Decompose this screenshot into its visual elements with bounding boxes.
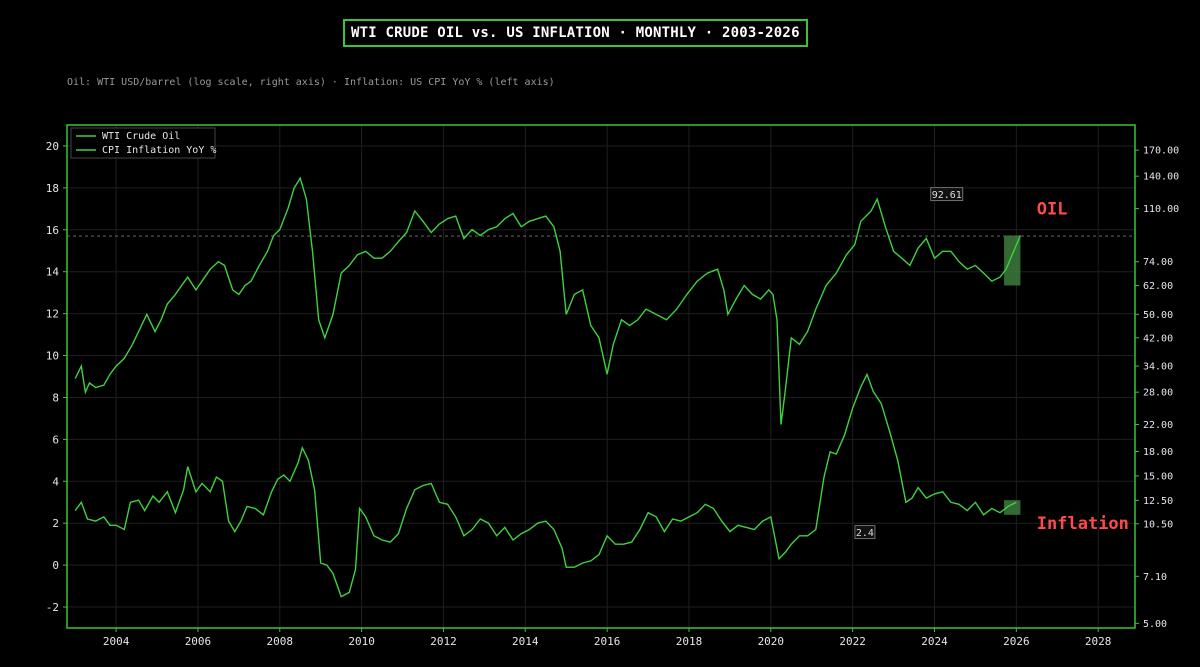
highlight-box	[1004, 235, 1021, 286]
x-tick-label: 2024	[921, 635, 948, 648]
oil-value-badge-text: 92.61	[932, 190, 962, 201]
left-tick-label: 4	[52, 475, 59, 488]
oil-annotation-label: OIL	[1037, 200, 1068, 220]
right-axis-ticks: 5.00 7.10 10.50 12.50 15.00 18.00 22.00 28.00 34…	[1135, 146, 1179, 630]
right-tick-label: 74.00	[1143, 257, 1173, 268]
right-tick-label: 34.00	[1143, 362, 1173, 373]
left-tick-label: 18	[46, 182, 59, 195]
grid-layer	[67, 125, 1135, 628]
left-tick-label: 8	[52, 391, 59, 404]
x-tick-label: 2008	[267, 635, 294, 648]
x-tick-label: 2006	[185, 635, 212, 648]
highlight-layer	[1004, 235, 1021, 515]
left-tick-label: 6	[52, 433, 59, 446]
left-tick-label: -2	[46, 601, 59, 614]
left-tick-label: 2	[52, 517, 59, 530]
right-tick-label: 62.00	[1143, 281, 1173, 292]
right-tick-label: 140.00	[1143, 172, 1179, 183]
left-tick-label: 16	[46, 224, 59, 237]
inflation-annotation-label: Inflation	[1037, 514, 1129, 534]
x-tick-label: 2012	[430, 635, 457, 648]
right-tick-label: 110.00	[1143, 204, 1179, 215]
x-tick-label: 2014	[512, 635, 539, 648]
legend-label-cpi: CPI Inflation YoY %	[102, 145, 216, 156]
x-tick-label: 2028	[1085, 635, 1112, 648]
legend: WTI Crude Oil CPI Inflation YoY %	[70, 127, 216, 159]
right-tick-label: 15.00	[1143, 471, 1173, 482]
x-tick-label: 2016	[594, 635, 621, 648]
annotation-layer: 92.61 2.4 OIL Inflation	[854, 187, 1129, 539]
chart-svg: -2 0 2 4 6 8 10 12 14 16 18 20 5.00 7.10 10.50 12.50 15…	[46, 124, 1179, 648]
left-tick-label: 20	[46, 140, 59, 153]
left-tick-label: 14	[46, 266, 60, 279]
right-tick-label: 7.10	[1143, 572, 1167, 583]
left-tick-label: 10	[46, 350, 59, 363]
left-axis-ticks: -2 0 2 4 6 8 10 12 14 16 18 20	[46, 140, 67, 614]
right-tick-label: 12.50	[1143, 496, 1173, 507]
cpi-value-badge-text: 2.4	[856, 528, 874, 539]
cpi-series-line	[74, 372, 1017, 598]
x-tick-label: 2026	[1003, 635, 1030, 648]
right-tick-label: 10.50	[1143, 519, 1173, 530]
left-tick-label: 12	[46, 308, 59, 321]
right-tick-label: 18.00	[1143, 447, 1173, 458]
plot-frame	[66, 124, 1136, 629]
right-tick-label: 5.00	[1143, 619, 1167, 630]
x-tick-label: 2018	[676, 635, 703, 648]
left-tick-label: 0	[52, 559, 59, 572]
right-tick-label: 42.00	[1143, 333, 1173, 344]
right-tick-label: 170.00	[1143, 146, 1179, 157]
x-tick-label: 2004	[103, 635, 130, 648]
right-tick-label: 28.00	[1143, 388, 1173, 399]
oil-series-line	[74, 176, 1022, 425]
x-axis-ticks: 2004 2006 2008 2010 2012 2014 2016 2018 2020 2022…	[103, 628, 1112, 648]
x-tick-label: 2020	[758, 635, 785, 648]
right-tick-label: 22.00	[1143, 420, 1173, 431]
x-tick-label: 2022	[839, 635, 866, 648]
legend-label-oil: WTI Crude Oil	[102, 131, 180, 142]
right-tick-label: 50.00	[1143, 310, 1173, 321]
x-tick-label: 2010	[348, 635, 375, 648]
